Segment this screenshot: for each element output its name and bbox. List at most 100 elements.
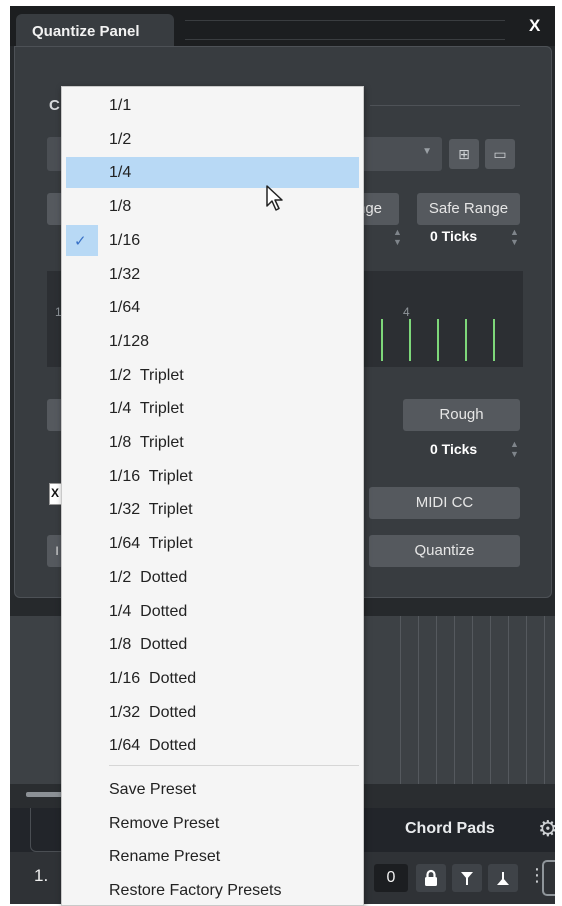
menu-item-note-value[interactable]: 1/2 — [62, 123, 363, 156]
bar-line — [544, 616, 545, 784]
mouse-pointer-icon — [266, 185, 283, 211]
menu-item-label: 1/32 Dotted — [109, 703, 197, 721]
menu-item-preset-action[interactable]: Restore Factory Presets — [62, 874, 363, 906]
menu-item-note-value[interactable]: 1/16 Dotted — [62, 662, 363, 695]
scrollbar-thumb[interactable] — [26, 792, 64, 797]
tab-bar: Quantize Panel X — [10, 6, 555, 48]
tab-quantize-panel[interactable]: Quantize Panel — [16, 14, 174, 48]
gear-icon[interactable]: ⚙ — [538, 816, 555, 842]
menu-item-note-value[interactable]: 1/4 — [62, 156, 363, 189]
grid-number-4: 4 — [403, 305, 410, 319]
grid-line — [381, 319, 383, 361]
bar-line — [490, 616, 491, 784]
grid-line — [409, 319, 411, 361]
menu-item-label: 1/64 Triplet — [109, 535, 193, 553]
menu-item-note-value[interactable]: 1/64 — [62, 291, 363, 324]
rough-button[interactable]: Rough — [403, 399, 520, 431]
menu-item-note-value[interactable]: 1/1 — [62, 89, 363, 122]
add-preset-icon: ⊞ — [458, 146, 470, 162]
menu-item-label: 1/64 Dotted — [109, 737, 197, 755]
tab-chord-pads[interactable]: Chord Pads — [405, 820, 495, 838]
menu-item-label: 1/4 Dotted — [109, 602, 188, 620]
menu-item-label: 1/8 Dotted — [109, 636, 188, 654]
menu-item-label: 1/1 — [109, 97, 132, 114]
menu-item-label: Save Preset — [109, 781, 197, 798]
menu-item-note-value[interactable]: 1/64 Dotted — [62, 729, 363, 762]
menu-item-note-value[interactable]: 1/32 Triplet — [62, 493, 363, 526]
menu-item-note-value[interactable]: 1/2 Triplet — [62, 359, 363, 392]
menu-item-label: 1/4 Triplet — [109, 400, 184, 418]
menu-item-note-value[interactable]: 1/4 Dotted — [62, 595, 363, 628]
range-stepper[interactable]: ▲ ▼ — [393, 227, 402, 247]
menu-item-label: 1/16 — [109, 231, 141, 249]
checkmark-icon: ✓ — [74, 232, 87, 250]
bar-line — [400, 616, 401, 784]
menu-item-preset-action[interactable]: Rename Preset — [62, 840, 363, 873]
section-divider — [370, 105, 520, 106]
menu-item-note-value[interactable]: 1/8 — [62, 190, 363, 223]
arrow-down-icon — [461, 872, 473, 885]
add-preset-button[interactable]: ⊞ — [449, 139, 479, 169]
menu-item-note-value[interactable]: 1/2 Dotted — [62, 561, 363, 594]
menu-item-note-value[interactable]: ✓ 1/16 — [62, 224, 363, 257]
checkbox-mark: X — [51, 486, 60, 500]
bar-line — [454, 616, 455, 784]
menu-item-note-value[interactable]: 1/16 Triplet — [62, 460, 363, 493]
menu-item-label: Rename Preset — [109, 848, 221, 866]
left-edge-label: I — [55, 544, 59, 558]
counter-display[interactable]: 0 — [374, 864, 408, 892]
menu-item-note-value[interactable]: 1/4 Triplet — [62, 392, 363, 425]
menu-item-note-value[interactable]: 1/8 Triplet — [62, 426, 363, 459]
lock-icon — [425, 869, 437, 886]
snap-down-button[interactable] — [452, 864, 482, 892]
menu-item-label: Restore Factory Presets — [109, 882, 282, 900]
menu-item-label: Remove Preset — [109, 814, 220, 832]
arrow-up-icon — [497, 872, 509, 885]
menu-item-label: 1/32 Triplet — [109, 501, 193, 519]
rough-stepper[interactable]: ▲ ▼ — [510, 439, 519, 459]
section-label: C — [49, 97, 60, 114]
menu-item-label: 1/4 — [109, 164, 132, 182]
preset-options-icon: ▭ — [493, 146, 507, 162]
quantize-button[interactable]: Quantize — [369, 535, 520, 567]
snap-up-button[interactable] — [488, 864, 518, 892]
menu-item-note-value[interactable]: 1/8 Dotted — [62, 628, 363, 661]
safe-range-button[interactable]: Safe Range — [417, 193, 520, 225]
menu-item-note-value[interactable]: 1/32 Dotted — [62, 696, 363, 729]
bar-line — [418, 616, 419, 784]
chevron-down-icon: ▼ — [422, 146, 432, 157]
menu-item-label: 1/2 — [109, 130, 132, 148]
menu-item-note-value[interactable]: 1/32 — [62, 258, 363, 291]
menu-item-label: 1/8 — [109, 198, 132, 216]
menu-item-preset-action[interactable]: Save Preset — [62, 773, 363, 806]
preset-options-button[interactable]: ▭ — [485, 139, 515, 169]
position-display[interactable]: 1. — [34, 866, 48, 886]
tab-bar-rail — [185, 20, 505, 40]
quantize-grid-menu: 1/1 1/2 1/4 1/8 ✓ 1/16 1/32 1/64 1/128 1/2 Triple… — [61, 86, 364, 906]
menu-item-label: 1/16 Dotted — [109, 669, 197, 687]
safe-range-stepper[interactable]: ▲ ▼ — [510, 227, 519, 247]
close-button[interactable]: X — [529, 16, 540, 36]
bar-line — [472, 616, 473, 784]
bar-line — [508, 616, 509, 784]
midi-cc-button[interactable]: MIDI CC — [369, 487, 520, 519]
menu-item-note-value[interactable]: 1/64 Triplet — [62, 527, 363, 560]
grid-line — [437, 319, 439, 361]
menu-item-label: 1/8 Triplet — [109, 434, 184, 451]
menu-item-note-value[interactable]: 1/128 — [62, 325, 363, 358]
grid-line — [465, 319, 467, 361]
menu-separator — [109, 765, 359, 766]
menu-item-label: 1/64 — [109, 299, 141, 317]
menu-item-preset-action[interactable]: Remove Preset — [62, 807, 363, 840]
grid-line — [493, 319, 495, 361]
menu-item-label: 1/2 Triplet — [109, 366, 184, 384]
side-panel-handle[interactable] — [542, 860, 555, 896]
menu-item-label: 1/128 — [109, 332, 150, 350]
lock-button[interactable] — [416, 864, 446, 892]
rough-value[interactable]: 0 Ticks — [430, 441, 477, 457]
menu-item-label: 1/32 — [109, 265, 141, 283]
bar-line — [526, 616, 527, 784]
safe-range-value[interactable]: 0 Ticks — [430, 228, 477, 244]
menu-item-label: 1/2 Dotted — [109, 568, 188, 586]
menu-item-label: 1/16 Triplet — [109, 467, 193, 485]
